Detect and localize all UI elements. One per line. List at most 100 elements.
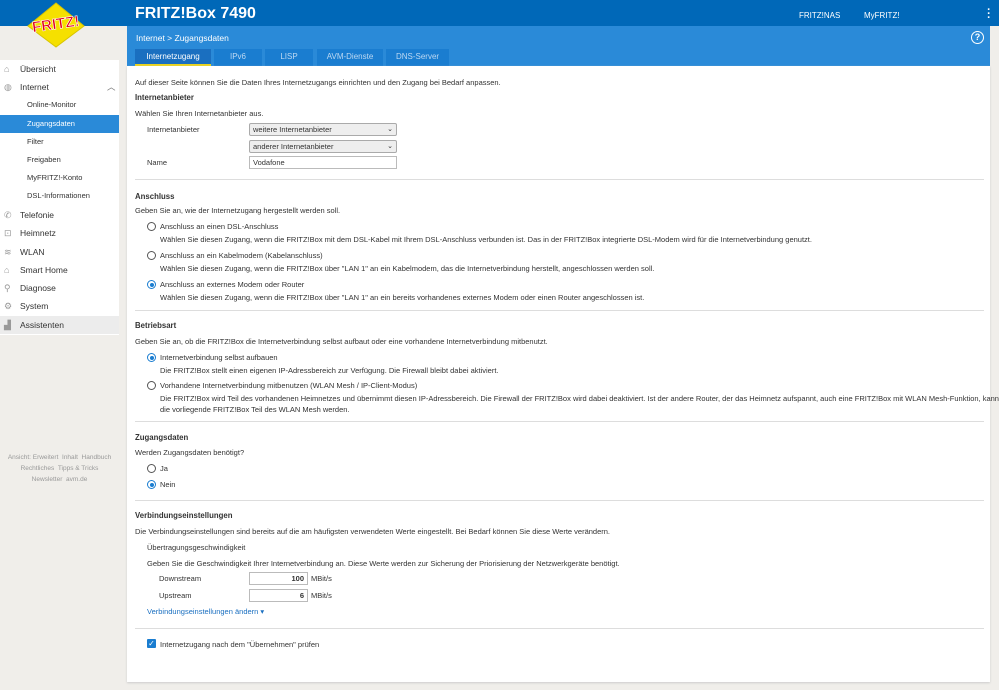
chevron-down-icon: ⌄: [387, 126, 393, 133]
divider: [135, 628, 984, 629]
betriebsart-text: Geben Sie an, ob die FRITZ!Box die Inter…: [135, 337, 548, 346]
provider-select[interactable]: weitere Internetanbieter ⌄: [249, 123, 397, 136]
zugang-text: Werden Zugangsdaten benötigt?: [135, 448, 245, 457]
sidebar-item-system[interactable]: ⚙ System: [0, 297, 119, 315]
tab-dns-server[interactable]: DNS-Server: [386, 49, 449, 66]
sidebar-item-zugangsdaten[interactable]: Zugangsdaten: [0, 115, 119, 133]
radio-extern-label[interactable]: Anschluss an externes Modem oder Router: [160, 280, 304, 289]
radio-selbst-label[interactable]: Internetverbindung selbst aufbauen: [160, 353, 278, 362]
radio-mitbenutzen-label[interactable]: Vorhandene Internetverbindung mitbenutze…: [160, 381, 417, 390]
device-title: FRITZ!Box 7490: [135, 5, 256, 22]
downstream-unit: MBit/s: [311, 574, 332, 583]
globe-icon: ◍: [4, 82, 12, 92]
fritz-logo[interactable]: FRITZ!: [26, 2, 86, 48]
speed-subheading: Übertragungsgeschwindigkeit: [147, 543, 246, 552]
provider-subselect[interactable]: anderer Internetanbieter ⌄: [249, 140, 397, 153]
radio-extern[interactable]: [147, 280, 156, 289]
sidebar-item-uebersicht[interactable]: ⌂ Übersicht: [0, 60, 119, 78]
radio-kabel[interactable]: [147, 251, 156, 260]
divider: [135, 421, 984, 422]
divider: [135, 500, 984, 501]
sidebar: ⌂ Übersicht ◍ Internet ︿ Online-Monitor Zug…: [0, 60, 119, 335]
breadcrumb: Internet > Zugangsdaten: [136, 33, 229, 43]
radio-kabel-label[interactable]: Anschluss an ein Kabelmodem (Kabelanschl…: [160, 251, 323, 260]
subheader: Internet > Zugangsdaten ? Internetzugang…: [127, 26, 990, 66]
chevron-up-icon[interactable]: ︿: [107, 78, 116, 96]
radio-selbst-desc: Die FRITZ!Box stellt einen eigenen IP-Ad…: [160, 366, 499, 375]
fritznas-link[interactable]: FRITZ!NAS: [799, 11, 840, 20]
tab-internetzugang[interactable]: Internetzugang: [135, 49, 211, 66]
radio-selbst[interactable]: [147, 353, 156, 362]
intro-text: Auf dieser Seite können Sie die Daten Ih…: [135, 78, 501, 87]
downstream-input[interactable]: 100: [249, 572, 308, 585]
betriebsart-heading: Betriebsart: [135, 321, 177, 330]
avm-link[interactable]: avm.de: [66, 476, 87, 483]
tab-lisp[interactable]: LISP: [265, 49, 313, 66]
divider: [135, 179, 984, 180]
radio-dsl[interactable]: [147, 222, 156, 231]
network-icon: ⊡: [4, 228, 12, 238]
radio-ja[interactable]: [147, 464, 156, 473]
radio-kabel-desc: Wählen Sie diesen Zugang, wenn die FRITZ…: [160, 264, 655, 273]
check-internet-label[interactable]: Internetzugang nach dem "Übernehmen" prü…: [160, 640, 319, 649]
downstream-label: Downstream: [159, 574, 202, 583]
verbindung-text: Die Verbindungseinstellungen sind bereit…: [135, 527, 611, 536]
main-content: Auf dieser Seite können Sie die Daten Ih…: [127, 66, 999, 682]
provider-label: Internetanbieter: [147, 125, 200, 134]
wifi-icon: ≋: [4, 247, 12, 257]
diagnose-icon: ⚲: [4, 283, 11, 293]
sidebar-item-freigaben[interactable]: Freigaben: [0, 151, 119, 169]
sidebar-item-myfritz-konto[interactable]: MyFRITZ!-Konto: [0, 169, 119, 187]
radio-mitbenutzen-desc: Die FRITZ!Box wird Teil des vorhandenen …: [160, 394, 999, 403]
handbuch-link[interactable]: Handbuch: [82, 454, 112, 461]
myfritz-link[interactable]: MyFRITZ!: [864, 11, 900, 20]
radio-mitbenutzen[interactable]: [147, 381, 156, 390]
tab-avm-dienste[interactable]: AVM-Dienste: [317, 49, 383, 66]
radio-extern-desc: Wählen Sie diesen Zugang, wenn die FRITZ…: [160, 293, 645, 302]
sidebar-item-telefonie[interactable]: ✆ Telefonie: [0, 206, 119, 224]
tipps-link[interactable]: Tipps & Tricks: [58, 465, 99, 472]
help-icon[interactable]: ?: [971, 31, 984, 44]
tab-ipv6[interactable]: IPv6: [214, 49, 262, 66]
radio-dsl-label[interactable]: Anschluss an einen DSL-Anschluss: [160, 222, 278, 231]
sidebar-item-smart-home[interactable]: ⌂ Smart Home: [0, 261, 119, 279]
verbindung-aendern-link[interactable]: Verbindungseinstellungen ändern ▾: [147, 607, 264, 616]
radio-dsl-desc: Wählen Sie diesen Zugang, wenn die FRITZ…: [160, 235, 812, 244]
sidebar-item-assistenten[interactable]: ▟ Assistenten: [0, 316, 119, 334]
rechtliches-link[interactable]: Rechtliches: [21, 465, 55, 472]
radio-mitbenutzen-desc2: die vorliegende FRITZ!Box Teil des WLAN …: [160, 405, 350, 414]
gear-icon: ⚙: [4, 301, 13, 311]
upstream-unit: MBit/s: [311, 591, 332, 600]
home-icon: ⌂: [4, 64, 10, 74]
anschluss-text: Geben Sie an, wie der Internetzugang her…: [135, 206, 341, 215]
name-input[interactable]: Vodafone: [249, 156, 397, 169]
radio-nein-label[interactable]: Nein: [160, 480, 175, 489]
upstream-input[interactable]: 6: [249, 589, 308, 602]
more-menu-icon[interactable]: · · ·: [986, 5, 992, 24]
check-internet-checkbox[interactable]: ✓: [147, 639, 156, 648]
footer-links-1: Ansicht: Erweitert Inhalt Handbuch: [0, 454, 119, 461]
radio-ja-label[interactable]: Ja: [160, 464, 168, 473]
divider: [135, 310, 984, 311]
chevron-down-icon: ⌄: [387, 143, 393, 150]
verbindung-heading: Verbindungseinstellungen: [135, 511, 233, 520]
provider-heading: Internetanbieter: [135, 93, 194, 102]
upstream-label: Upstream: [159, 591, 192, 600]
zugang-heading: Zugangsdaten: [135, 433, 189, 442]
smarthome-icon: ⌂: [4, 265, 10, 275]
wizard-icon: ▟: [4, 320, 11, 330]
radio-nein[interactable]: [147, 480, 156, 489]
sidebar-item-heimnetz[interactable]: ⊡ Heimnetz: [0, 224, 119, 242]
newsletter-link[interactable]: Newsletter: [32, 476, 63, 483]
sidebar-item-dsl-informationen[interactable]: DSL-Informationen: [0, 187, 119, 205]
sidebar-item-online-monitor[interactable]: Online-Monitor: [0, 96, 119, 114]
ansicht-link[interactable]: Ansicht: Erweitert: [8, 454, 59, 461]
sidebar-item-filter[interactable]: Filter: [0, 133, 119, 151]
sidebar-item-diagnose[interactable]: ⚲ Diagnose: [0, 279, 119, 297]
provider-text: Wählen Sie Ihren Internetanbieter aus.: [135, 109, 264, 118]
anschluss-heading: Anschluss: [135, 192, 175, 201]
inhalt-link[interactable]: Inhalt: [62, 454, 78, 461]
name-label: Name: [147, 158, 168, 167]
sidebar-item-wlan[interactable]: ≋ WLAN: [0, 243, 119, 261]
sidebar-item-internet[interactable]: ◍ Internet ︿: [0, 78, 119, 96]
